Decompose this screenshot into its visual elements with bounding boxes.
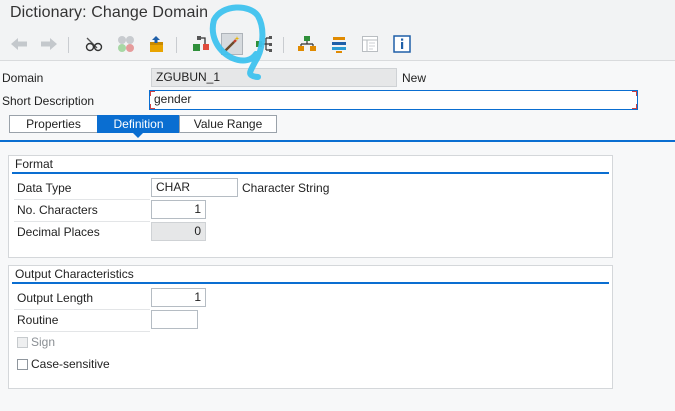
tab-strip-underline [0, 140, 675, 142]
format-group-title: Format [15, 157, 54, 171]
required-marker [632, 91, 637, 96]
row-divider [14, 309, 150, 310]
row-divider [14, 199, 150, 200]
required-marker [150, 91, 155, 96]
short-description-value: gender [154, 92, 192, 106]
window-title: Dictionary: Change Domain [10, 4, 209, 21]
transport-object-icon[interactable] [146, 33, 168, 55]
data-type-description: Character String [242, 181, 330, 195]
case-sensitive-checkbox[interactable] [17, 359, 28, 370]
row-divider [14, 331, 150, 332]
format-group: Format [8, 155, 613, 258]
tab-definition[interactable]: Definition [97, 115, 180, 133]
magic-wand-icon[interactable] [221, 33, 243, 55]
short-description-label: Short Description [2, 94, 95, 108]
group-title-rule [12, 282, 609, 284]
toolbar-separator [283, 37, 284, 53]
forward-arrow-icon[interactable] [38, 33, 60, 55]
hierarchy-branch-icon[interactable] [253, 33, 275, 55]
row-divider [14, 221, 150, 222]
routine-field[interactable] [151, 310, 198, 329]
required-marker [632, 104, 637, 109]
output-group-title: Output Characteristics [15, 267, 134, 281]
domain-status: New [402, 71, 427, 85]
activate-icon[interactable] [115, 33, 137, 55]
decimal-places-label: Decimal Places [17, 225, 100, 239]
case-sensitive-label: Case-sensitive [31, 357, 110, 371]
required-marker [150, 104, 155, 109]
output-length-field[interactable]: 1 [151, 288, 206, 307]
data-type-label: Data Type [17, 181, 72, 195]
active-tab-indicator [133, 133, 143, 138]
title-bar: Dictionary: Change Domain [0, 0, 675, 30]
stack-display-icon[interactable] [328, 33, 350, 55]
sign-label: Sign [31, 335, 56, 349]
routine-label: Routine [17, 313, 59, 327]
toolbar-separator [68, 37, 69, 53]
object-hierarchy-icon[interactable] [296, 33, 318, 55]
group-title-rule [12, 172, 609, 174]
tab-value-range[interactable]: Value Range [179, 115, 277, 133]
output-length-label: Output Length [17, 291, 94, 305]
sign-checkbox[interactable] [17, 337, 28, 348]
documentation-icon[interactable] [359, 33, 381, 55]
where-used-list-icon[interactable] [190, 33, 212, 55]
short-description-field[interactable]: gender [149, 90, 638, 110]
glasses-display-change-icon[interactable] [83, 33, 105, 55]
tab-properties[interactable]: Properties [9, 115, 98, 133]
back-arrow-icon[interactable] [8, 33, 30, 55]
domain-label: Domain [2, 71, 44, 85]
application-toolbar [0, 30, 675, 61]
toolbar-separator [176, 37, 177, 53]
domain-field[interactable]: ZGUBUN_1 [151, 68, 397, 87]
info-icon[interactable] [391, 33, 413, 55]
no-characters-label: No. Characters [17, 203, 98, 217]
data-type-field[interactable]: CHAR [151, 178, 238, 197]
no-characters-field[interactable]: 1 [151, 200, 206, 219]
decimal-places-field[interactable]: 0 [151, 222, 206, 241]
